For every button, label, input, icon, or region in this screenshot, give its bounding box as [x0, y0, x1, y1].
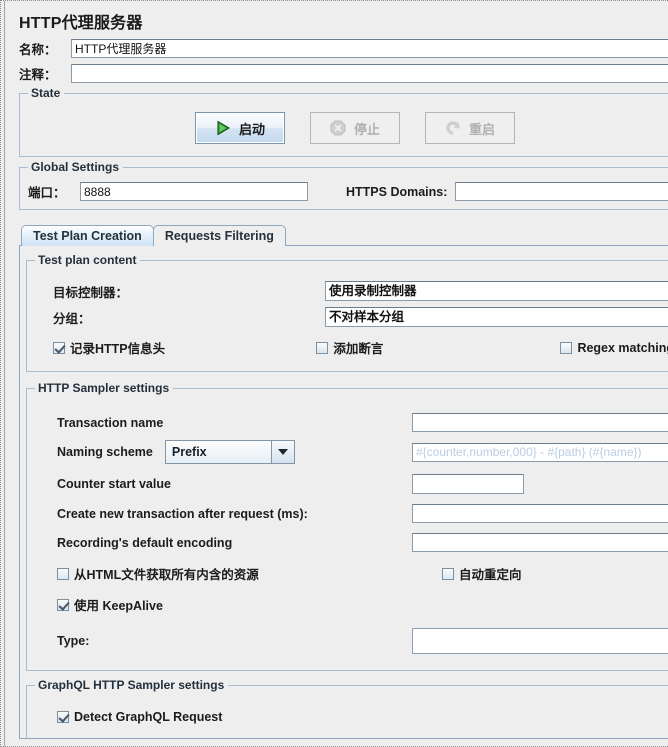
type-input[interactable] [412, 628, 668, 654]
grouping-row: 分组： 不对样本分组 [35, 307, 668, 327]
graphql-settings-label: GraphQL HTTP Sampler settings [35, 678, 229, 692]
target-controller-label: 目标控制器： [53, 285, 129, 300]
state-button-row: 启动 停止 重启 [28, 108, 668, 146]
http-sampler-settings-group: HTTP Sampler settings Transaction name N… [26, 381, 668, 671]
grouping-select[interactable]: 不对样本分组 [325, 307, 668, 327]
type-row: Type: [35, 628, 668, 654]
naming-scheme-row: Naming scheme Prefix [35, 440, 668, 464]
detect-graphql-request-label: Detect GraphQL Request [74, 710, 223, 724]
use-keepalive-label: 使用 KeepAlive [74, 599, 163, 613]
follow-redirects-checkbox[interactable]: 自动重定向 [442, 564, 522, 583]
target-controller-select[interactable]: 使用录制控制器 [325, 281, 668, 301]
http-sampler-settings-label: HTTP Sampler settings [35, 381, 174, 395]
tab-test-plan-creation-label: Test Plan Creation [33, 229, 142, 243]
page-title: HTTP代理服务器 [19, 15, 143, 32]
resource-options-row: 从HTML文件获取所有内含的资源 自动重定向 [35, 564, 668, 583]
test-plan-content-group: Test plan content 目标控制器： 使用录制控制器 分组： 不对样… [26, 253, 668, 372]
https-domains-label: HTTPS Domains: [346, 184, 448, 199]
tab-strip: Test Plan Creation Requests Filtering [21, 224, 668, 246]
tab-test-plan-creation[interactable]: Test Plan Creation [21, 225, 154, 246]
state-group: State 启动 停止 重启 [19, 86, 668, 157]
capture-http-headers-label: 记录HTTP信息头 [70, 342, 166, 356]
new-transaction-row: Create new transaction after request (ms… [35, 504, 668, 523]
capture-http-headers-checkbox[interactable]: 记录HTTP信息头 [53, 338, 316, 357]
target-controller-row: 目标控制器： 使用录制控制器 [35, 281, 668, 301]
https-domains-input[interactable] [455, 182, 668, 201]
checkbox-icon [442, 567, 454, 580]
naming-pattern-input[interactable] [412, 442, 668, 462]
default-encoding-label: Recording's default encoding [57, 535, 233, 550]
transaction-name-label: Transaction name [57, 415, 164, 430]
comment-input[interactable] [71, 64, 668, 83]
global-settings-row: 端口： HTTPS Domains: [28, 182, 668, 201]
proxy-server-panel: HTTP代理服务器 名称： 注释： State [0, 0, 668, 747]
state-group-label: State [28, 86, 65, 100]
default-encoding-row: Recording's default encoding [35, 533, 668, 552]
name-row: 名称： [13, 39, 668, 58]
add-assertions-label: 添加断言 [333, 342, 384, 356]
restart-button-label: 重启 [468, 121, 495, 137]
name-input[interactable] [71, 39, 668, 58]
regex-matching-checkbox[interactable]: Regex matching [560, 341, 668, 355]
naming-scheme-select[interactable]: Prefix [164, 440, 295, 464]
new-transaction-label: Create new transaction after request (ms… [57, 506, 308, 521]
restart-button[interactable]: 重启 [424, 112, 515, 144]
checkbox-icon [53, 341, 65, 354]
follow-redirects-label: 自动重定向 [459, 568, 522, 582]
checkbox-icon [316, 341, 329, 354]
retrieve-embedded-resources-label: 从HTML文件获取所有内含的资源 [74, 568, 259, 582]
start-button[interactable]: 启动 [194, 112, 285, 144]
transaction-name-input[interactable] [412, 413, 668, 432]
type-label: Type: [57, 634, 90, 648]
start-button-label: 启动 [238, 121, 265, 137]
stop-button[interactable]: 停止 [309, 112, 400, 144]
test-plan-checkbox-row: 记录HTTP信息头 添加断言 Regex matching [35, 338, 668, 357]
grouping-label: 分组： [53, 311, 91, 326]
play-icon [214, 119, 232, 137]
panel-inner: HTTP代理服务器 名称： 注释： State [4, 1, 668, 746]
checkbox-icon [57, 567, 69, 580]
add-assertions-checkbox[interactable]: 添加断言 [316, 338, 560, 357]
counter-start-label: Counter start value [57, 477, 171, 491]
port-label: 端口： [28, 186, 66, 200]
grouping-value: 不对样本分组 [329, 310, 405, 324]
comment-label: 注释： [19, 68, 57, 82]
detect-graphql-request-checkbox[interactable]: Detect GraphQL Request [57, 710, 222, 724]
checkbox-icon [57, 711, 69, 723]
restart-icon [444, 119, 462, 137]
global-settings-label: Global Settings [28, 160, 124, 174]
naming-scheme-value: Prefix [171, 445, 207, 459]
counter-start-row: Counter start value [35, 474, 668, 494]
checkbox-icon [560, 341, 573, 354]
checkbox-icon [57, 598, 69, 611]
keepalive-row: 使用 KeepAlive [35, 595, 668, 614]
detect-graphql-row: Detect GraphQL Request [35, 710, 668, 724]
test-plan-content-label: Test plan content [35, 253, 141, 267]
transaction-name-row: Transaction name [35, 413, 668, 432]
global-settings-group: Global Settings 端口： HTTPS Domains: [19, 160, 668, 210]
tab-requests-filtering[interactable]: Requests Filtering [152, 225, 286, 246]
new-transaction-input[interactable] [412, 504, 668, 523]
port-input[interactable] [80, 182, 308, 201]
retrieve-embedded-resources-checkbox[interactable]: 从HTML文件获取所有内含的资源 [57, 564, 442, 583]
default-encoding-input[interactable] [412, 533, 668, 552]
naming-scheme-label: Naming scheme [57, 445, 153, 459]
name-label: 名称： [19, 43, 57, 57]
tab-panel: Test plan content 目标控制器： 使用录制控制器 分组： 不对样… [19, 245, 668, 739]
regex-matching-label: Regex matching [577, 340, 668, 355]
target-controller-value: 使用录制控制器 [329, 284, 417, 298]
counter-start-input[interactable] [412, 474, 524, 494]
stop-button-label: 停止 [353, 121, 380, 137]
use-keepalive-checkbox[interactable]: 使用 KeepAlive [57, 595, 163, 614]
graphql-settings-group: GraphQL HTTP Sampler settings Detect Gra… [26, 678, 668, 738]
chevron-down-icon [270, 441, 294, 463]
comment-row: 注释： [13, 64, 668, 83]
tab-requests-filtering-label: Requests Filtering [164, 229, 274, 243]
stop-icon [329, 119, 347, 137]
